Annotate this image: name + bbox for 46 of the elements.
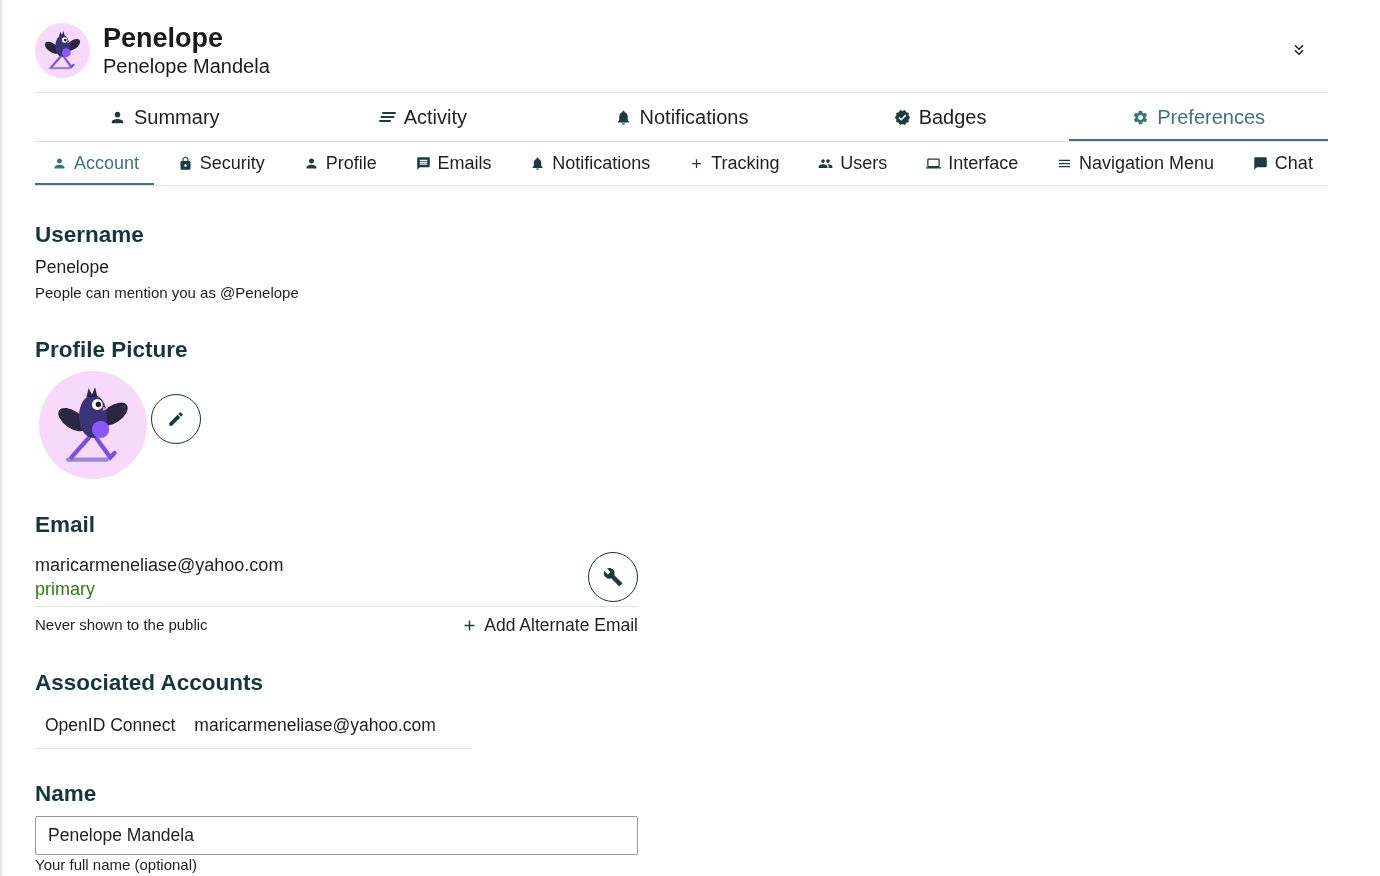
lines-icon — [378, 112, 396, 122]
section-heading: Email — [35, 512, 96, 538]
settings-tab[interactable]: Account — [35, 142, 155, 185]
name-hint: Your full name (optional) — [35, 856, 198, 874]
chat-bubble-icon — [1252, 156, 1268, 171]
person-icon — [52, 156, 67, 171]
check-badge-icon — [893, 108, 911, 126]
settings-tab[interactable]: Notifications — [513, 142, 666, 185]
settings-tab[interactable]: Profile — [286, 142, 392, 185]
gear-icon — [1132, 108, 1150, 126]
settings-tab[interactable]: Interface — [909, 142, 1034, 185]
laptop-icon — [926, 156, 942, 171]
section-heading: Username — [35, 222, 144, 248]
section-heading: Name — [35, 781, 97, 807]
settings-tab[interactable]: Emails — [398, 142, 507, 185]
people-icon — [818, 156, 834, 171]
pencil-icon — [167, 410, 185, 428]
email-address: maricarmeneliase@yahoo.com — [35, 554, 284, 576]
add-email-button[interactable]: Add Alternate Email — [461, 615, 638, 635]
primary-label: primary — [35, 578, 95, 600]
provider-name: OpenID Connect — [45, 714, 176, 736]
wrench-button[interactable] — [588, 552, 638, 602]
section-heading: Profile Picture — [35, 337, 188, 363]
mention-hint: People can mention you as @Penelope — [35, 284, 299, 302]
message-icon — [415, 156, 431, 171]
account-email: maricarmeneliase@yahoo.com — [194, 714, 436, 736]
section-tab[interactable]: Activity — [293, 93, 553, 141]
settings-tab[interactable]: Chat — [1235, 142, 1328, 185]
display-name: Penelope — [103, 22, 224, 54]
edit-button[interactable] — [151, 394, 201, 444]
username-text: Penelope — [35, 257, 109, 277]
settings-tab[interactable]: Security — [160, 142, 280, 185]
settings-tab[interactable]: Tracking — [672, 142, 795, 185]
full-name: Penelope Mandela — [103, 54, 270, 78]
settings-tab[interactable]: Navigation Menu — [1039, 142, 1230, 185]
privacy-note: Never shown to the public — [35, 616, 208, 634]
section-tab[interactable]: Summary — [35, 93, 294, 141]
bell-icon — [530, 156, 546, 171]
section-tab[interactable]: Notifications — [552, 93, 811, 141]
section-heading: Associated Accounts — [35, 670, 263, 696]
wrench-icon — [603, 567, 623, 587]
bird-avatar-drawing — [35, 22, 90, 78]
section-tab[interactable]: Badges — [810, 93, 1070, 141]
section-tab[interactable]: Preferences — [1069, 93, 1328, 141]
settings-tab[interactable]: Users — [801, 142, 903, 185]
name-input[interactable]: Penelope Mandela — [35, 816, 638, 855]
